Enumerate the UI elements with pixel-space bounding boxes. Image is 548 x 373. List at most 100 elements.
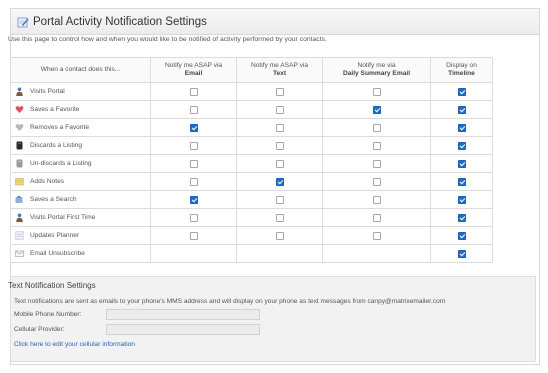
provider-label: Cellular Provider:: [14, 326, 65, 333]
summary-checkbox[interactable]: [372, 105, 381, 114]
col-activity-header: When a contact does this...: [10, 57, 151, 83]
activity-cell: Updates Planner: [10, 226, 151, 245]
table-row: Saves a Search: [10, 190, 493, 209]
timeline-checkbox[interactable]: [457, 87, 466, 96]
email-checkbox[interactable]: [189, 123, 198, 132]
trash-icon: [15, 141, 24, 150]
summary-cell: [322, 226, 431, 245]
timeline-checkbox[interactable]: [457, 195, 466, 204]
edit-settings-icon: [17, 17, 29, 27]
email-cell: [150, 226, 237, 245]
email-checkbox[interactable]: [189, 177, 198, 186]
timeline-checkbox[interactable]: [457, 105, 466, 114]
activity-cell: Un-discards a Listing: [10, 154, 151, 173]
text-cell: [236, 190, 323, 209]
activity-cell: Visits Portal First Time: [10, 208, 151, 227]
email-cell: [150, 136, 237, 155]
summary-checkbox[interactable]: [372, 177, 381, 186]
text-checkbox[interactable]: [275, 177, 284, 186]
heart-icon: [15, 105, 24, 114]
timeline-cell: [430, 208, 493, 227]
timeline-checkbox[interactable]: [457, 123, 466, 132]
email-icon: [15, 249, 24, 258]
provider-field[interactable]: [106, 324, 260, 335]
email-checkbox[interactable]: [189, 213, 198, 222]
table-row: Adds Notes: [10, 172, 493, 191]
title-bar: Portal Activity Notification Settings: [11, 9, 539, 35]
email-checkbox[interactable]: [189, 105, 198, 114]
timeline-checkbox[interactable]: [457, 177, 466, 186]
activity-label: Saves a Favorite: [30, 106, 80, 113]
email-cell: [150, 100, 237, 119]
timeline-checkbox[interactable]: [457, 231, 466, 240]
planner-icon: [15, 231, 24, 240]
activity-label: Saves a Search: [30, 196, 77, 203]
timeline-checkbox[interactable]: [457, 213, 466, 222]
summary-checkbox[interactable]: [372, 123, 381, 132]
summary-cell: [322, 100, 431, 119]
text-notification-description: Text notifications are sent as emails to…: [14, 298, 446, 305]
text-checkbox[interactable]: [275, 141, 284, 150]
timeline-checkbox[interactable]: [457, 249, 466, 258]
summary-cell: [322, 154, 431, 173]
intro-text: Use this page to control how and when yo…: [8, 36, 327, 43]
email-checkbox[interactable]: [189, 141, 198, 150]
text-checkbox[interactable]: [275, 105, 284, 114]
email-cell: [150, 118, 237, 137]
timeline-checkbox[interactable]: [457, 159, 466, 168]
summary-checkbox[interactable]: [372, 87, 381, 96]
summary-checkbox[interactable]: [372, 195, 381, 204]
timeline-cell: [430, 82, 493, 101]
table-row: Visits Portal: [10, 82, 493, 101]
email-checkbox[interactable]: [189, 159, 198, 168]
text-checkbox[interactable]: [275, 213, 284, 222]
text-checkbox[interactable]: [275, 123, 284, 132]
activity-cell: Email Unsubscribe: [10, 244, 151, 263]
email-cell: [150, 208, 237, 227]
grid-header-row: When a contact does this... Notify me AS…: [10, 57, 493, 83]
heart-gray-icon: [15, 123, 24, 132]
email-checkbox[interactable]: [189, 87, 198, 96]
timeline-checkbox[interactable]: [457, 141, 466, 150]
summary-checkbox[interactable]: [372, 213, 381, 222]
text-cell: [236, 136, 323, 155]
email-checkbox[interactable]: [189, 195, 198, 204]
text-cell: [236, 82, 323, 101]
page-title: Portal Activity Notification Settings: [33, 15, 207, 28]
email-checkbox[interactable]: [189, 231, 198, 240]
summary-cell: [322, 82, 431, 101]
summary-checkbox[interactable]: [372, 141, 381, 150]
edit-cellular-link[interactable]: Click here to edit your cellular informa…: [14, 341, 135, 348]
text-checkbox[interactable]: [275, 87, 284, 96]
email-cell: [150, 154, 237, 173]
summary-checkbox[interactable]: [372, 231, 381, 240]
table-row: Un-discards a Listing: [10, 154, 493, 173]
text-checkbox[interactable]: [275, 195, 284, 204]
timeline-cell: [430, 118, 493, 137]
timeline-cell: [430, 244, 493, 263]
col-email-header: Notify me ASAP via Email: [150, 57, 237, 83]
text-checkbox[interactable]: [275, 231, 284, 240]
text-cell: [236, 244, 323, 263]
email-cell: [150, 190, 237, 209]
timeline-cell: [430, 154, 493, 173]
phone-label: Mobile Phone Number:: [14, 311, 82, 318]
text-cell: [236, 118, 323, 137]
activity-cell: Saves a Search: [10, 190, 151, 209]
text-checkbox[interactable]: [275, 159, 284, 168]
provider-row: Cellular Provider:: [14, 324, 260, 335]
activity-cell: Discards a Listing: [10, 136, 151, 155]
text-cell: [236, 172, 323, 191]
phone-field[interactable]: [106, 309, 260, 320]
activity-label: Updates Planner: [30, 232, 80, 239]
summary-checkbox[interactable]: [372, 159, 381, 168]
table-row: Removes a Favorite: [10, 118, 493, 137]
timeline-cell: [430, 100, 493, 119]
text-cell: [236, 100, 323, 119]
col-text-header: Notify me ASAP via Text: [236, 57, 323, 83]
email-cell: [150, 244, 237, 263]
activity-label: Visits Portal First Time: [30, 214, 96, 221]
col-timeline-header: Display on Timeline: [430, 57, 493, 83]
summary-cell: [322, 172, 431, 191]
email-cell: [150, 82, 237, 101]
